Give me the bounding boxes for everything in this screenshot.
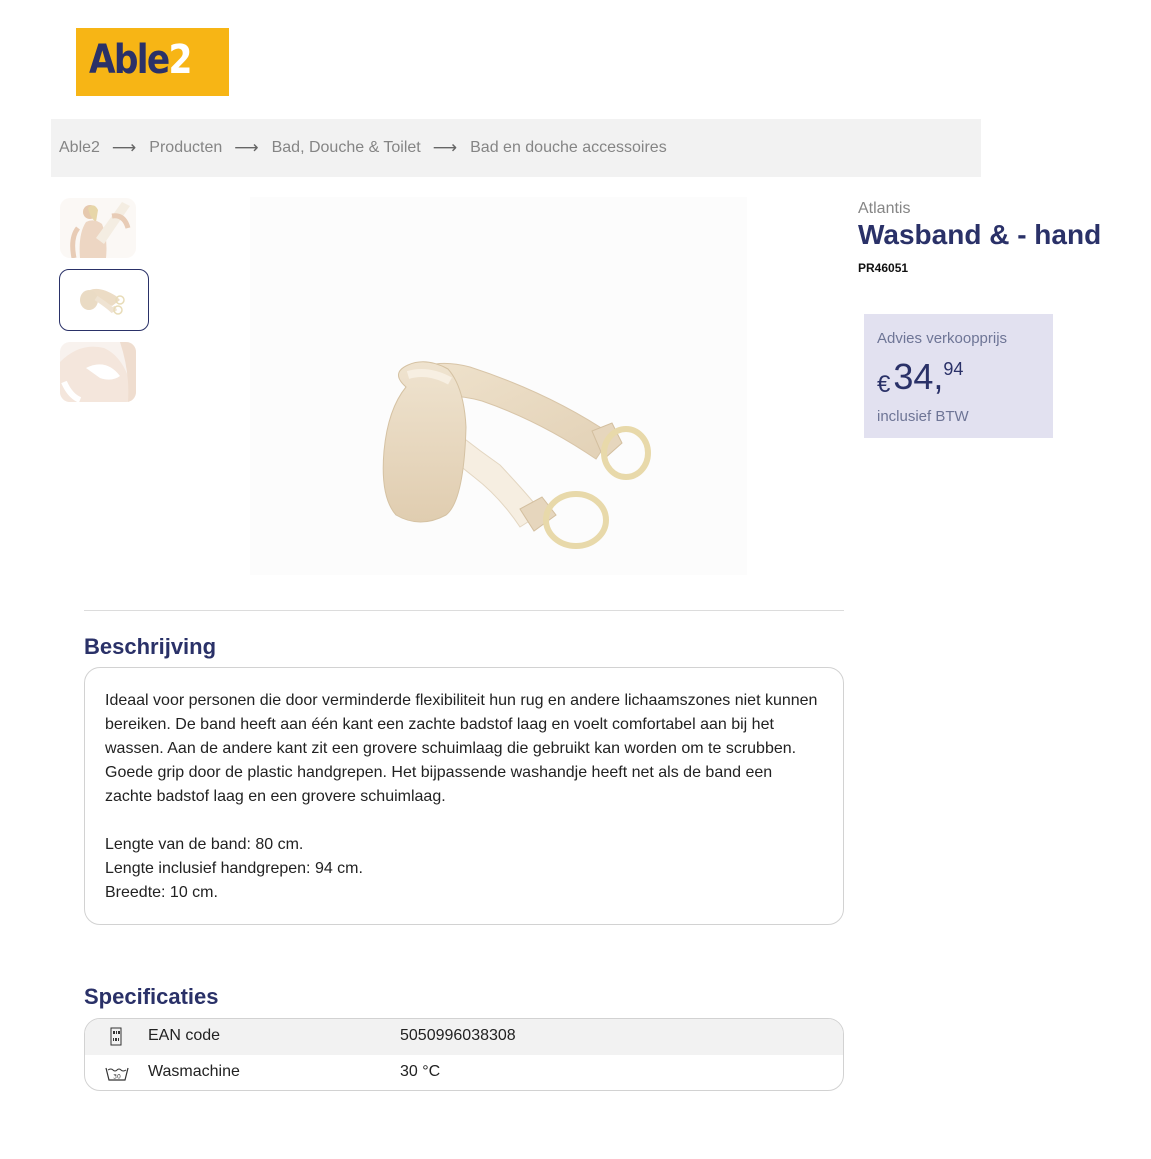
product-main-image[interactable] (250, 197, 747, 575)
spec-row-wasmachine: 30 Wasmachine 30 °C (85, 1055, 843, 1090)
product-title: Wasband & - hand (858, 219, 1102, 250)
svg-text:30: 30 (113, 1074, 121, 1081)
spec-value: 5050996038308 (400, 1027, 516, 1044)
description-box: Ideaal voor personen die door verminderd… (84, 667, 844, 925)
able2-logo[interactable]: Able2 (76, 28, 229, 96)
price-box: Advies verkoopprijs €34,94 inclusief BTW (864, 314, 1053, 438)
price-currency: € (877, 370, 891, 398)
product-thumbnail-3[interactable] (60, 342, 136, 402)
breadcrumb-arrow-icon: ⟶ (111, 138, 137, 157)
breadcrumb-item-able2[interactable]: Able2 (59, 139, 100, 157)
specifications-heading: Specificaties (84, 984, 219, 1009)
breadcrumb-item-bad-douche-toilet[interactable]: Bad, Douche & Toilet (272, 139, 421, 157)
logo-text: Able2 (89, 37, 192, 83)
breadcrumb: Able2 ⟶ Producten ⟶ Bad, Douche & Toilet… (51, 119, 981, 177)
product-sku: PR46051 (858, 261, 909, 275)
barcode-icon (105, 1027, 129, 1047)
price-vat-note: inclusief BTW (877, 408, 969, 425)
spec-name: EAN code (148, 1027, 221, 1044)
product-brand: Atlantis (858, 200, 911, 217)
description-heading: Beschrijving (84, 634, 217, 659)
price-cents: 94 (943, 359, 964, 379)
price-amount: €34,94 (877, 356, 963, 399)
wash-30-icon: 30 (105, 1063, 129, 1083)
description-length: Lengte van de band: 80 cm. (105, 836, 304, 853)
breadcrumb-item-producten[interactable]: Producten (149, 139, 222, 157)
description-width: Breedte: 10 cm. (105, 884, 218, 901)
description-length-with-handles: Lengte inclusief handgrepen: 94 cm. (105, 860, 363, 877)
price-main: 34, (893, 356, 944, 397)
breadcrumb-arrow-icon: ⟶ (234, 138, 259, 157)
section-divider (84, 610, 844, 611)
breadcrumb-arrow-icon: ⟶ (432, 138, 458, 157)
price-label: Advies verkoopprijs (877, 330, 1008, 347)
product-thumbnail-1[interactable] (60, 198, 136, 258)
specifications-table: EAN code 5050996038308 30 Wasmachine 30 … (84, 1018, 844, 1091)
product-thumbnail-2[interactable] (59, 269, 149, 331)
spec-value: 30 °C (400, 1063, 441, 1080)
breadcrumb-item-bad-en-douche-accessoires[interactable]: Bad en douche accessoires (470, 139, 667, 157)
spec-row-ean: EAN code 5050996038308 (85, 1019, 843, 1055)
description-paragraph: Ideaal voor personen die door verminderd… (105, 692, 818, 805)
spec-name: Wasmachine (148, 1063, 240, 1080)
